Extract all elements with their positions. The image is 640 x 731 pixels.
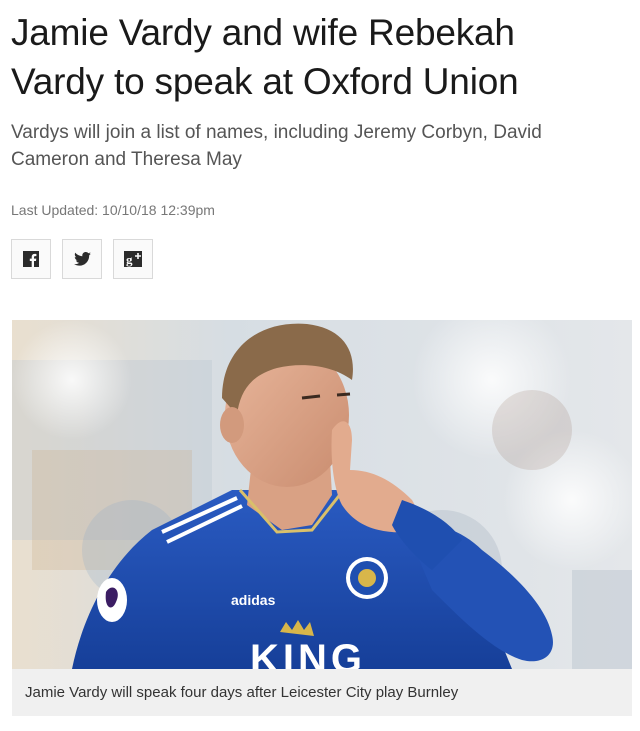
svg-text:g: g — [126, 252, 133, 267]
twitter-icon — [73, 252, 91, 266]
share-buttons: g — [11, 239, 153, 279]
photo-caption: Jamie Vardy will speak four days after L… — [12, 669, 632, 716]
twitter-share-button[interactable] — [62, 239, 102, 279]
article: Jamie Vardy and wife Rebekah Vardy to sp… — [0, 0, 640, 731]
sponsor-label: KING — [250, 637, 366, 669]
photo-illustration: adidas KING — [12, 320, 632, 669]
article-figure: adidas KING Jamie Vardy will speak four … — [12, 320, 632, 716]
last-updated-timestamp: Last Updated: 10/10/18 12:39pm — [11, 202, 215, 218]
facebook-icon — [23, 251, 39, 267]
kit-brand-label: adidas — [231, 592, 276, 608]
article-photo[interactable]: adidas KING — [12, 320, 632, 669]
standfirst: Vardys will join a list of names, includ… — [11, 122, 542, 170]
facebook-share-button[interactable] — [11, 239, 51, 279]
google-plus-icon: g — [124, 251, 142, 267]
headline: Jamie Vardy and wife Rebekah Vardy to sp… — [11, 12, 519, 102]
google-plus-share-button[interactable]: g — [113, 239, 153, 279]
